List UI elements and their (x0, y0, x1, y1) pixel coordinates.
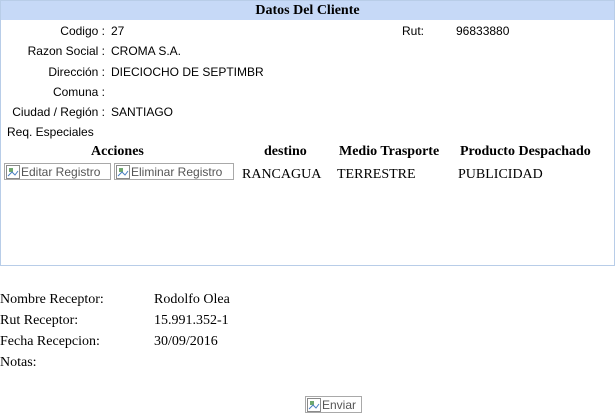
codigo-value: 27 (111, 24, 125, 38)
nombre-receptor-value: Rodolfo Olea (154, 292, 230, 307)
submit-label: Enviar (322, 397, 357, 412)
ciudad-region-label: Ciudad / Región : (12, 105, 105, 119)
edit-record-label: Editar Registro (21, 164, 101, 179)
codigo-label: Codigo : (60, 24, 105, 38)
notas-label: Notas: (0, 355, 37, 370)
header-destino: destino (264, 144, 307, 159)
header-producto-despachado: Producto Despachado (460, 144, 591, 159)
header-medio-trasporte: Medio Trasporte (339, 144, 440, 159)
fecha-recepcion-value: 30/09/2016 (154, 334, 218, 349)
panel-title: Datos Del Cliente (1, 1, 614, 20)
cell-destino: RANCAGUA (242, 167, 322, 182)
ciudad-region-value: SANTIAGO (111, 105, 174, 119)
rut-receptor-value: 15.991.352-1 (154, 313, 229, 328)
razon-social-value: CROMA S.A. (111, 44, 182, 58)
req-especiales-label: Req. Especiales (7, 125, 94, 139)
comuna-label: Comuna : (52, 85, 105, 99)
delete-record-label: Eliminar Registro (131, 164, 223, 179)
header-acciones: Acciones (91, 144, 144, 159)
direccion-value: DIECIOCHO DE SEPTIMBR (111, 65, 264, 79)
rut-label: Rut: (401, 24, 424, 38)
broken-image-icon (307, 397, 321, 412)
razon-social-label: Razon Social : (27, 44, 105, 58)
nombre-receptor-label: Nombre Receptor: (0, 292, 104, 307)
broken-image-icon (116, 164, 130, 179)
broken-image-icon (6, 164, 20, 179)
delete-record-button[interactable]: Eliminar Registro (114, 163, 234, 180)
submit-button[interactable]: Enviar (305, 396, 362, 413)
fecha-recepcion-label: Fecha Recepcion: (0, 334, 100, 349)
client-data-panel: Datos Del Cliente Codigo : 27 Rut: 96833… (0, 0, 615, 266)
cell-producto-despachado: PUBLICIDAD (458, 167, 543, 182)
cell-medio-trasporte: TERRESTRE (337, 167, 416, 182)
rut-value: 96833880 (456, 24, 510, 38)
edit-record-button[interactable]: Editar Registro (4, 163, 111, 180)
direccion-label: Dirección : (48, 65, 105, 79)
rut-receptor-label: Rut Receptor: (0, 313, 79, 328)
